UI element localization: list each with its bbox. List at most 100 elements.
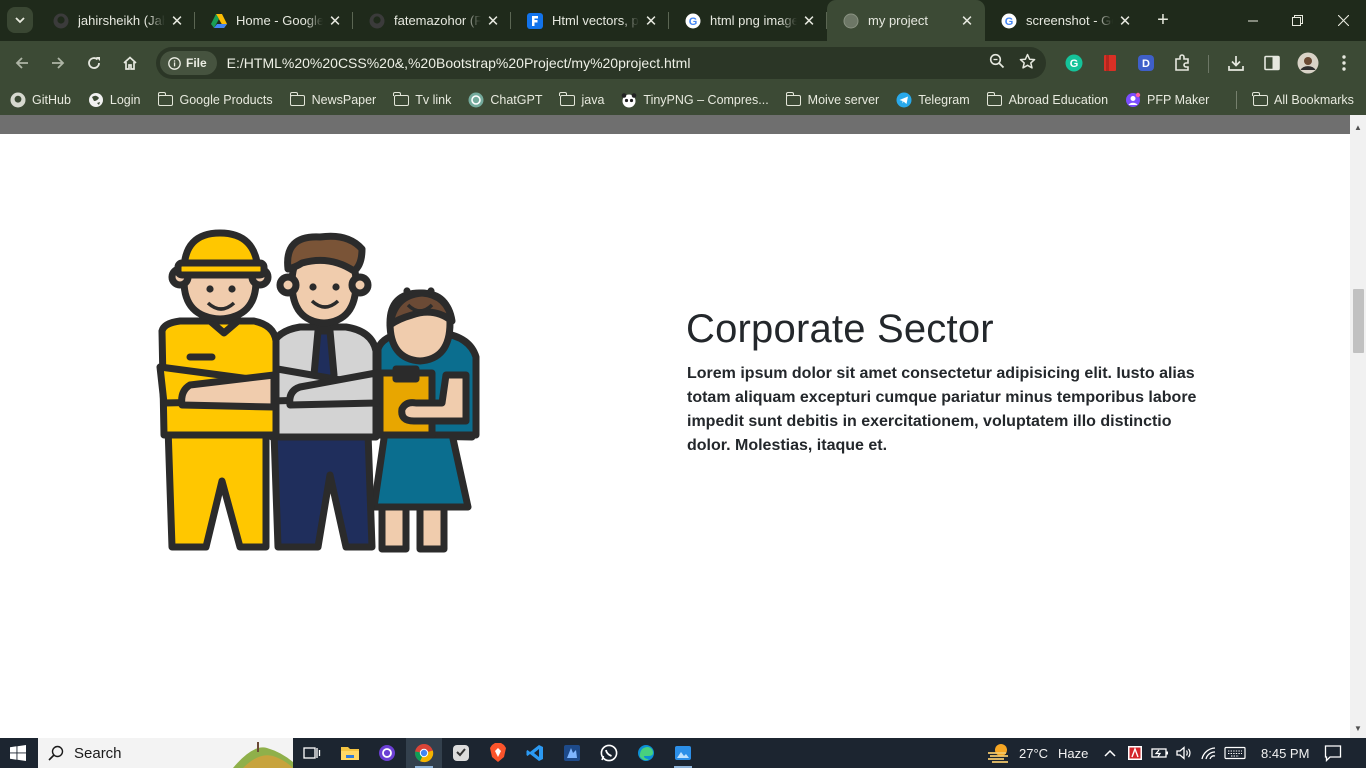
wifi-icon[interactable] <box>1200 738 1217 768</box>
notification-center-button[interactable] <box>1324 738 1342 768</box>
back-button[interactable] <box>4 45 40 81</box>
minimize-button[interactable] <box>1230 0 1276 41</box>
vertical-scrollbar[interactable]: ▲ ▼ <box>1350 115 1366 738</box>
forward-button[interactable] <box>40 45 76 81</box>
tab-google-drive[interactable]: Home - Google ✕ <box>195 0 353 41</box>
bookmark-extension-icon[interactable] <box>1094 47 1126 79</box>
site-info-label: File <box>186 56 207 70</box>
tab-google-screenshot[interactable]: G screenshot - Go ✕ <box>985 0 1143 41</box>
bookmark-abroad-education[interactable]: Abroad Education <box>986 91 1109 108</box>
bookmark-newspaper[interactable]: NewsPaper <box>289 91 376 108</box>
bookmark-telegram[interactable]: Telegram <box>896 92 970 108</box>
start-button[interactable] <box>0 738 36 768</box>
menu-kebab-icon[interactable] <box>1328 47 1360 79</box>
restore-icon <box>1291 15 1303 26</box>
clock-time: 8:45 PM <box>1261 745 1310 761</box>
brave-browser-icon[interactable] <box>480 738 516 768</box>
tab-github-fatema[interactable]: fatemazohor (Fa ✕ <box>353 0 511 41</box>
arrow-right-icon <box>52 57 65 69</box>
clock[interactable]: 8:45 PM <box>1261 738 1309 768</box>
globe-icon <box>88 92 104 108</box>
app-blue-square-icon[interactable] <box>554 738 590 768</box>
folder-icon <box>785 91 802 108</box>
volume-icon[interactable] <box>1175 738 1193 768</box>
weather-widget[interactable]: 27°C Haze <box>986 738 1088 768</box>
tab-search-button[interactable] <box>7 7 33 33</box>
scroll-up-arrow-icon[interactable]: ▲ <box>1350 119 1366 135</box>
site-info-chip[interactable]: File <box>160 51 217 75</box>
bookmark-chatgpt[interactable]: ChatGPT <box>468 92 542 108</box>
new-tab-button[interactable]: + <box>1147 0 1179 41</box>
bookmark-login[interactable]: Login <box>88 92 141 108</box>
extensions-puzzle-icon[interactable] <box>1166 47 1198 79</box>
battery-icon[interactable] <box>1151 738 1169 768</box>
bookmark-tv-link[interactable]: Tv link <box>393 91 451 108</box>
bookmarks-bar: GitHub Login Google Products NewsPaper T… <box>0 85 1366 115</box>
bookmark-star-icon[interactable] <box>1019 53 1036 74</box>
zoom-icon[interactable] <box>989 53 1005 73</box>
d-extension-icon[interactable]: D <box>1130 47 1162 79</box>
github-icon <box>369 13 385 29</box>
restore-button[interactable] <box>1274 0 1320 41</box>
close-icon[interactable]: ✕ <box>1117 12 1133 30</box>
photos-app-icon[interactable] <box>665 738 701 768</box>
tab-my-project[interactable]: my project ✕ <box>827 0 985 41</box>
reload-button[interactable] <box>76 45 112 81</box>
app-purple-icon[interactable] <box>369 738 405 768</box>
man-figure <box>262 232 380 551</box>
tab-github-jahir[interactable]: jahirsheikh (Jahir ✕ <box>37 0 195 41</box>
info-icon <box>168 56 181 70</box>
side-panel-icon[interactable] <box>1256 47 1288 79</box>
home-button[interactable] <box>112 45 148 81</box>
tab-title: fatemazohor (Fa <box>394 13 481 28</box>
grammarly-extension-icon[interactable]: G <box>1058 47 1090 79</box>
close-icon[interactable]: ✕ <box>643 12 659 30</box>
download-icon[interactable] <box>1220 47 1252 79</box>
bookmark-label: Telegram <box>918 93 970 107</box>
search-placeholder: Search <box>74 744 122 762</box>
adobe-tray-icon[interactable] <box>1127 738 1143 768</box>
folder-icon <box>1252 91 1268 108</box>
close-icon[interactable]: ✕ <box>801 12 817 30</box>
windows-logo-icon <box>10 745 26 761</box>
profile-avatar[interactable] <box>1292 47 1324 79</box>
bookmark-google-products[interactable]: Google Products <box>157 91 273 108</box>
address-bar[interactable]: File E:/HTML%20%20CSS%20&,%20Bootstrap%2… <box>156 47 1046 79</box>
edge-browser-icon[interactable] <box>628 738 664 768</box>
taskbar-search-box[interactable]: Search <box>38 738 293 768</box>
folder-icon <box>559 91 575 108</box>
close-window-button[interactable] <box>1320 0 1366 41</box>
close-icon[interactable]: ✕ <box>327 12 343 30</box>
globe-icon <box>843 13 859 29</box>
scrollbar-thumb[interactable] <box>1353 289 1364 353</box>
file-explorer-icon[interactable] <box>332 738 368 768</box>
scroll-down-arrow-icon[interactable]: ▼ <box>1350 720 1366 736</box>
show-hidden-icons-button[interactable] <box>1104 738 1116 768</box>
chrome-taskbar-icon[interactable] <box>406 738 442 768</box>
all-bookmarks-button[interactable]: All Bookmarks <box>1252 85 1354 115</box>
bookmark-pfp-maker[interactable]: PFP Maker <box>1125 92 1209 108</box>
tab-google-html-png[interactable]: G html png image ✕ <box>669 0 827 41</box>
vscode-icon[interactable] <box>517 738 553 768</box>
close-icon[interactable]: ✕ <box>485 12 501 30</box>
app-shield-icon[interactable] <box>443 738 479 768</box>
close-icon[interactable]: ✕ <box>169 12 185 30</box>
woman-figure <box>370 289 480 553</box>
chevron-down-icon <box>15 17 25 24</box>
bookmark-movie-server[interactable]: Moive server <box>785 91 879 108</box>
search-icon <box>48 745 64 761</box>
bookmark-label: TinyPNG – Compres... <box>643 93 769 107</box>
browser-toolbar: File E:/HTML%20%20CSS%20&,%20Bootstrap%2… <box>0 41 1366 85</box>
close-icon[interactable]: ✕ <box>959 12 975 30</box>
bookmark-label: Abroad Education <box>1008 93 1109 107</box>
bookmark-github[interactable]: GitHub <box>10 92 71 108</box>
bookmark-label: Login <box>109 93 141 107</box>
keyboard-icon[interactable] <box>1224 738 1246 768</box>
panda-icon <box>621 92 637 108</box>
whatsapp-icon[interactable] <box>591 738 627 768</box>
bookmark-tinypng[interactable]: TinyPNG – Compres... <box>621 92 769 108</box>
bookmark-java[interactable]: java <box>559 91 604 108</box>
folder-icon <box>393 91 409 108</box>
tab-freepik[interactable]: Html vectors, ph ✕ <box>511 0 669 41</box>
task-view-icon[interactable] <box>294 738 330 768</box>
